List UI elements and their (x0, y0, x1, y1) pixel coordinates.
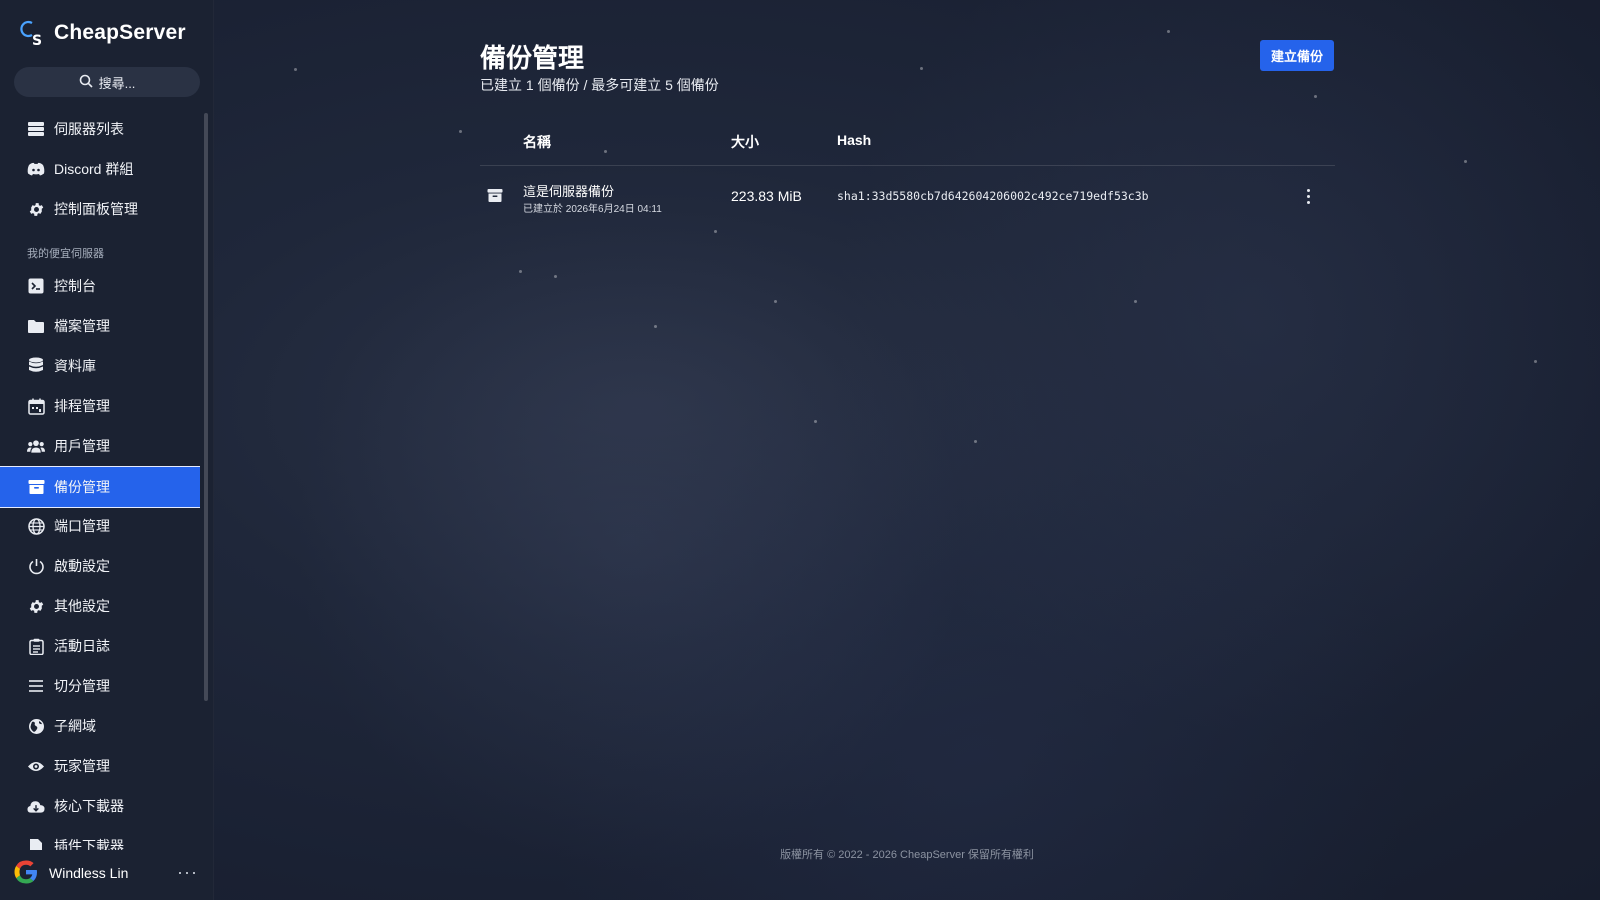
globe-icon (27, 517, 45, 535)
sidebar-item-label: 切分管理 (54, 678, 110, 694)
backup-size: 223.83 MiB (731, 188, 802, 204)
archive-icon (27, 478, 45, 496)
sidebar-item-ports[interactable]: 端口管理 (0, 507, 200, 545)
search-icon (79, 74, 93, 91)
globe-americas-icon (27, 717, 45, 735)
sidebar-item-label: 啟動設定 (54, 558, 110, 574)
table-header: 名稱 大小 Hash (480, 128, 1335, 166)
sidebar-item-label: 子網域 (54, 718, 96, 734)
row-more-options-button[interactable] (1300, 186, 1316, 206)
sidebar-item-label: 核心下載器 (54, 798, 124, 814)
sidebar-item-files[interactable]: 檔案管理 (0, 307, 200, 345)
sidebar-item-users[interactable]: 用戶管理 (0, 427, 200, 465)
sidebar-item-label: 插件下載器 (54, 838, 124, 850)
sidebar-nav: 伺服器列表 Discord 群組 控制面板管理 我的便宜伺服器 控制台 檔案管理… (0, 110, 200, 850)
list-icon (27, 677, 45, 695)
user-profile[interactable]: Windless Lin ··· (12, 858, 202, 888)
google-icon (12, 858, 40, 889)
backup-hash: sha1:33d5580cb7d642604206002c492ce719edf… (837, 189, 1149, 203)
user-menu-button[interactable]: ··· (177, 862, 198, 883)
search-placeholder: 搜尋... (98, 75, 136, 91)
column-header-name: 名稱 (523, 134, 551, 150)
svg-text:S: S (32, 33, 42, 47)
table-row[interactable]: 這是伺服器備份 已建立於 2026年6月24日 04:11 223.83 MiB… (480, 172, 1335, 222)
sidebar-item-discord[interactable]: Discord 群組 (0, 150, 200, 188)
sidebar-item-server-list[interactable]: 伺服器列表 (0, 110, 200, 148)
sidebar-item-split[interactable]: 切分管理 (0, 667, 200, 705)
sidebar: S CheapServer 搜尋... 伺服器列表 Discord 群組 控制面… (0, 0, 214, 900)
sidebar-item-label: 排程管理 (54, 398, 110, 414)
kebab-dot (1306, 194, 1310, 198)
sidebar-item-label: 伺服器列表 (54, 121, 124, 137)
sidebar-item-backups[interactable]: 備份管理 (0, 466, 200, 508)
sidebar-item-label: 檔案管理 (54, 318, 110, 334)
server-list-icon (27, 120, 45, 138)
sidebar-item-label: 控制面板管理 (54, 201, 138, 217)
sidebar-item-label: 端口管理 (54, 518, 110, 534)
sidebar-item-core-downloader[interactable]: 核心下載器 (0, 787, 200, 825)
sidebar-item-label: 玩家管理 (54, 758, 110, 774)
backup-created-date: 已建立於 2026年6月24日 04:11 (523, 204, 662, 215)
terminal-icon (27, 277, 45, 295)
calendar-icon (27, 397, 45, 415)
brand-name: CheapServer (54, 21, 186, 44)
archive-icon (487, 188, 503, 204)
sidebar-item-panel-settings[interactable]: 控制面板管理 (0, 190, 200, 228)
footer-copyright: 版權所有 © 2022 - 2026 CheapServer 保留所有權利 (780, 849, 1034, 861)
sidebar-item-label: 用戶管理 (54, 438, 110, 454)
sidebar-item-label: 其他設定 (54, 598, 110, 614)
sidebar-item-console[interactable]: 控制台 (0, 267, 200, 305)
discord-icon (27, 160, 45, 178)
sidebar-item-database[interactable]: 資料庫 (0, 347, 200, 385)
gear-icon (27, 200, 45, 218)
sidebar-item-subdomain[interactable]: 子網域 (0, 707, 200, 745)
main-content: 備份管理 已建立 1 個備份 / 最多可建立 5 個備份 建立備份 名稱 大小 … (480, 0, 1335, 900)
database-icon (27, 357, 45, 375)
sidebar-item-label: 控制台 (54, 278, 96, 294)
sidebar-item-activity-log[interactable]: 活動日誌 (0, 627, 200, 665)
backup-name: 這是伺服器備份 (523, 184, 615, 199)
gear-icon (27, 597, 45, 615)
sidebar-item-label: 活動日誌 (54, 638, 110, 654)
sidebar-item-plugin-downloader[interactable]: 插件下載器 (0, 827, 200, 850)
user-name: Windless Lin (49, 865, 129, 881)
kebab-dot (1306, 188, 1310, 192)
kebab-dot (1306, 200, 1310, 204)
sidebar-section-title: 我的便宜伺服器 (27, 248, 104, 260)
sidebar-item-other-settings[interactable]: 其他設定 (0, 587, 200, 625)
eye-icon (27, 757, 45, 775)
page-subtitle: 已建立 1 個備份 / 最多可建立 5 個備份 (480, 77, 719, 93)
clipboard-icon (27, 637, 45, 655)
sidebar-item-startup[interactable]: 啟動設定 (0, 547, 200, 585)
brand[interactable]: S CheapServer (20, 18, 186, 49)
folder-icon (27, 317, 45, 335)
column-header-hash: Hash (837, 132, 872, 148)
sidebar-item-label: Discord 群組 (54, 161, 134, 177)
column-header-size: 大小 (731, 134, 759, 150)
users-icon (27, 437, 45, 455)
search-input[interactable]: 搜尋... (14, 67, 200, 97)
sidebar-item-players[interactable]: 玩家管理 (0, 747, 200, 785)
sidebar-item-label: 資料庫 (54, 358, 96, 374)
page-title: 備份管理 (480, 43, 585, 73)
sidebar-item-schedules[interactable]: 排程管理 (0, 387, 200, 425)
sidebar-item-label: 備份管理 (54, 479, 110, 495)
create-backup-button[interactable]: 建立備份 (1260, 40, 1334, 71)
cloud-download-icon (27, 797, 45, 815)
sidebar-scrollbar[interactable] (204, 113, 208, 701)
power-icon (27, 557, 45, 575)
cheapserver-logo-icon: S (20, 19, 46, 49)
file-icon (27, 837, 45, 850)
